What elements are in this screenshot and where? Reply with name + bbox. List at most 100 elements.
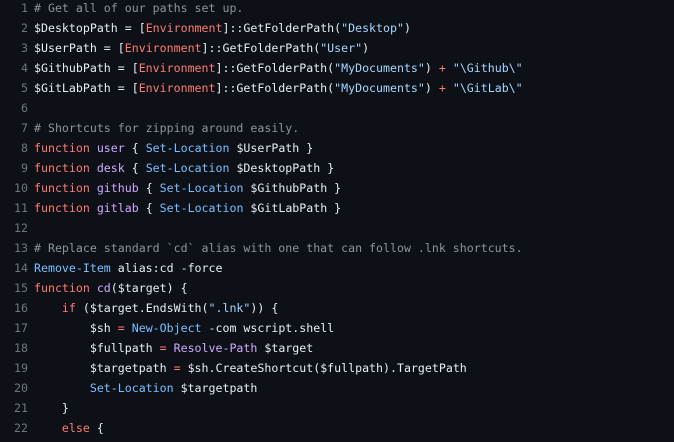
code-token-text: $sh.CreateShortcut($fullpath).TargetPath [180, 361, 467, 375]
code-content: } [34, 398, 69, 418]
code-token-text: )) { [250, 301, 279, 315]
code-token-function: desk [96, 161, 125, 175]
code-token-variable: Set-Location [159, 181, 244, 195]
code-token-keyword: Environment [138, 61, 216, 75]
code-token-keyword: if [61, 301, 76, 315]
code-line: 13 # Replace standard `cd` alias with one… [0, 238, 674, 258]
code-token-text: -force [180, 261, 223, 275]
code-content: function desk { Set-Location $DesktopPat… [34, 158, 334, 178]
code-line: 7 # Shortcuts for zipping around easily. [0, 118, 674, 138]
code-token-keyword: Environment [145, 21, 223, 35]
code-content: function gitlab { Set-Location $GitLabPa… [34, 198, 341, 218]
line-number: 5 [21, 81, 28, 95]
line-number: 21 [14, 401, 28, 415]
code-token-function: gitlab [96, 201, 139, 215]
line-number: 10 [14, 181, 28, 195]
code-token-text: $GitLabPath } [243, 201, 342, 215]
code-token-keyword: Environment [124, 41, 202, 55]
code-line: 2 $DesktopPath = [Environment]::GetFolder… [0, 18, 674, 38]
code-token-text: ($target.EndsWith( [75, 301, 209, 315]
line-number: 18 [14, 341, 28, 355]
code-content: # Shortcuts for zipping around easily. [34, 118, 299, 138]
code-token-string: ".lnk" [208, 301, 251, 315]
code-token-text: ($target) { [110, 281, 188, 295]
code-token-text: -com wscript.shell [201, 321, 335, 335]
code-token-keyword: function [34, 201, 90, 215]
line-number: 9 [21, 161, 28, 175]
code-token-text: $targetpath [173, 381, 258, 395]
line-number: 12 [14, 221, 28, 235]
line-number: 19 [14, 361, 28, 375]
code-content: function user { Set-Location $UserPath } [34, 138, 313, 158]
line-number: 8 [21, 141, 28, 155]
line-number: 1 [21, 1, 28, 15]
line-number: 13 [14, 241, 28, 255]
code-token-keyword: = [159, 341, 167, 355]
code-content: $UserPath = [Environment]::GetFolderPath… [34, 38, 369, 58]
code-token-text: $UserPath } [229, 141, 314, 155]
code-line: 15 function cd($target) { [0, 278, 674, 298]
code-token-text: } [34, 401, 69, 415]
code-content: $GitLabPath = [Environment]::GetFolderPa… [34, 78, 523, 98]
code-token-comment: # Shortcuts for zipping around easily. [34, 121, 300, 135]
code-token-text: $target [257, 341, 314, 355]
code-token-text: { [138, 181, 160, 195]
code-token-variable: Set-Location [145, 161, 230, 175]
code-token-variable: Set-Location [89, 381, 174, 395]
code-token-string: "Desktop" [341, 21, 404, 35]
code-token-variable: Set-Location [159, 201, 244, 215]
code-token-string: "MyDocuments" [334, 81, 425, 95]
code-content: $GithubPath = [Environment]::GetFolderPa… [34, 58, 523, 78]
line-number: 14 [14, 261, 28, 275]
code-token-text: ) [403, 21, 411, 35]
code-line: 8 function user { Set-Location $UserPath … [0, 138, 674, 158]
code-token-text: $fullpath [34, 341, 160, 355]
line-number: 7 [21, 121, 28, 135]
code-line: 5 $GitLabPath = [Environment]::GetFolderP… [0, 78, 674, 98]
code-content: $DesktopPath = [Environment]::GetFolderP… [34, 18, 411, 38]
code-token-keyword: Environment [138, 81, 216, 95]
code-token-variable: Remove-Item [34, 261, 111, 275]
line-number: 6 [21, 101, 28, 115]
code-line: 20 Set-Location $targetpath [0, 378, 674, 398]
code-token-text: alias:cd [110, 261, 181, 275]
code-token-string: "\Github\" [452, 61, 523, 75]
code-token-text: $GitLabPath = [ [34, 81, 139, 95]
line-number: 11 [14, 201, 28, 215]
code-token-keyword: else [61, 421, 90, 435]
code-token-string: "\GitLab\" [452, 81, 523, 95]
code-token-text: { [124, 141, 146, 155]
code-content: # Replace standard `cd` alias with one t… [34, 238, 523, 258]
code-line: 22 else { [0, 418, 674, 438]
code-line: 19 $targetpath = $sh.CreateShortcut($ful… [0, 358, 674, 378]
code-content: Set-Location $targetpath [34, 378, 258, 398]
code-content: function cd($target) { [34, 278, 188, 298]
line-number: 2 [21, 21, 28, 35]
code-token-text: { [124, 161, 146, 175]
code-token-function: github [96, 181, 139, 195]
code-token-variable: New-Object [131, 321, 202, 335]
code-token-text: ) [362, 41, 370, 55]
code-token-text: $GithubPath } [243, 181, 342, 195]
line-number: 3 [21, 41, 28, 55]
code-token-function: user [96, 141, 125, 155]
code-line: 9 function desk { Set-Location $DesktopPa… [0, 158, 674, 178]
code-token-text: $sh [34, 321, 118, 335]
code-token-text: $GithubPath = [ [34, 61, 139, 75]
code-line: 6 [0, 98, 674, 118]
code-token-text: $targetpath [34, 361, 174, 375]
code-content: else { [34, 418, 104, 438]
line-number: 22 [14, 421, 28, 435]
code-content: # Get all of our paths set up. [34, 0, 243, 18]
code-line: 14 Remove-Item alias:cd -force [0, 258, 674, 278]
code-token-keyword: = [117, 321, 125, 335]
code-line: 1 # Get all of our paths set up. [0, 0, 674, 18]
